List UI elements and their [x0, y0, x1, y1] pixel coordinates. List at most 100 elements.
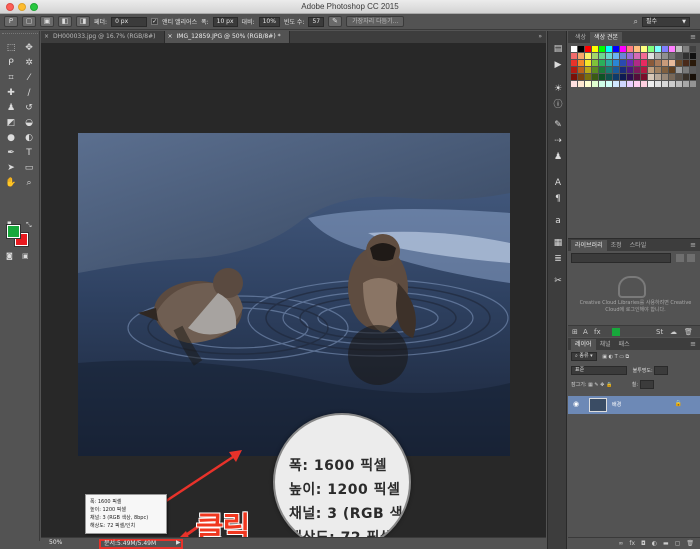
color-swatch[interactable] — [620, 46, 626, 52]
color-swatch[interactable] — [662, 81, 668, 87]
color-swatch[interactable] — [592, 46, 598, 52]
path-selection-tool-icon[interactable]: ➤ — [4, 161, 18, 175]
color-swatch[interactable] — [676, 67, 682, 73]
dodge-tool-icon[interactable]: ◐ — [22, 131, 36, 145]
character-style-icon[interactable]: A — [583, 328, 588, 336]
fill-input[interactable] — [639, 380, 654, 389]
grid-view-icon[interactable] — [676, 254, 684, 262]
color-swatch[interactable] — [627, 81, 633, 87]
color-swatch[interactable] — [690, 81, 696, 87]
add-content-icon[interactable]: ⊞ — [572, 328, 578, 336]
color-swatch[interactable] — [683, 53, 689, 59]
close-icon[interactable]: × — [44, 31, 49, 43]
list-view-icon[interactable] — [687, 254, 695, 262]
feather-input[interactable]: 0 px — [111, 16, 148, 27]
lasso-tool-preset-icon[interactable]: ᑭ — [4, 16, 18, 27]
color-swatch[interactable] — [585, 67, 591, 73]
color-swatch[interactable] — [613, 53, 619, 59]
close-icon[interactable]: × — [168, 31, 173, 43]
color-swatch[interactable] — [669, 67, 675, 73]
tab-document-2[interactable]: × IMG_12859.JPG @ 50% (RGB/8#) * — [164, 31, 290, 43]
color-swatch[interactable] — [690, 74, 696, 80]
color-swatch[interactable] — [599, 81, 605, 87]
frequency-input[interactable]: 57 — [308, 16, 325, 27]
panel-menu-icon[interactable]: ≡ — [690, 338, 696, 350]
color-swatch[interactable] — [606, 74, 612, 80]
tabs-overflow-icon[interactable]: » — [538, 31, 542, 43]
color-swatch[interactable] — [585, 74, 591, 80]
color-swatch[interactable] — [634, 67, 640, 73]
rectangle-tool-icon[interactable]: ▭ — [22, 161, 36, 175]
paint-bucket-tool-icon[interactable]: ◒ — [22, 116, 36, 130]
color-swatch[interactable] — [662, 74, 668, 80]
document-size-status[interactable]: 문서:5.49M/5.49M — [99, 539, 183, 549]
color-swatch[interactable] — [571, 67, 577, 73]
color-swatch[interactable] — [648, 74, 654, 80]
color-swatch[interactable] — [641, 53, 647, 59]
filter-pixel-icon[interactable]: ▣ ◐ T ▭ ⧉ — [602, 354, 629, 360]
color-swatch[interactable] — [634, 46, 640, 52]
color-swatch[interactable] — [634, 60, 640, 66]
type-tool-icon[interactable]: T — [22, 146, 36, 160]
color-swatch[interactable] — [690, 60, 696, 66]
layer-row-background[interactable]: ◉ 배경 🔒 — [568, 396, 700, 414]
history-brush-tool-icon[interactable]: ↺ — [22, 101, 36, 115]
color-swatch[interactable] — [578, 81, 584, 87]
fx-icon[interactable]: fx — [629, 540, 635, 547]
color-swatch[interactable] — [613, 46, 619, 52]
panel-menu-icon[interactable]: ≡ — [690, 239, 696, 251]
color-swatch[interactable] — [683, 46, 689, 52]
color-swatch[interactable] — [662, 53, 668, 59]
subtract-selection-icon[interactable]: ◧ — [58, 16, 72, 27]
color-swatch[interactable] — [655, 46, 661, 52]
zoom-tool-icon[interactable]: ⌕ — [22, 176, 36, 190]
color-swatch[interactable] — [627, 67, 633, 73]
color-swatch[interactable] — [655, 74, 661, 80]
color-swatch[interactable] — [683, 81, 689, 87]
screen-mode-icon[interactable]: ▣ — [22, 252, 29, 260]
color-swatch[interactable] — [648, 60, 654, 66]
visibility-eye-icon[interactable]: ◉ — [573, 400, 579, 408]
blur-tool-icon[interactable]: ● — [4, 131, 18, 145]
color-swatch[interactable] — [578, 74, 584, 80]
sync-icon[interactable]: ☁ — [670, 328, 677, 336]
healing-brush-tool-icon[interactable]: ✚ — [4, 86, 18, 100]
workspace-select[interactable]: 필수 ▼ — [642, 17, 690, 27]
blend-mode-select[interactable]: 표준 — [571, 366, 627, 375]
color-swatch[interactable] — [669, 81, 675, 87]
color-swatch[interactable] — [620, 67, 626, 73]
color-swatch[interactable] — [606, 60, 612, 66]
color-swatch[interactable] — [578, 53, 584, 59]
notes-panel-icon[interactable]: ▦ — [552, 237, 564, 249]
color-swatch[interactable] — [620, 81, 626, 87]
color-swatch[interactable] — [655, 60, 661, 66]
tab-swatches[interactable]: 색상 견본 — [590, 32, 623, 43]
group-icon[interactable]: ▬ — [663, 540, 669, 547]
color-swatch[interactable] — [662, 60, 668, 66]
color-swatch[interactable] — [592, 60, 598, 66]
stock-icon[interactable]: St — [656, 328, 663, 336]
magic-wand-tool-icon[interactable]: ✲ — [22, 56, 36, 70]
panel-menu-icon[interactable]: ≡ — [690, 31, 696, 43]
quick-mask-icon[interactable]: ◙ — [6, 252, 13, 260]
link-layers-icon[interactable]: ∞ — [618, 540, 623, 547]
color-swatch[interactable] — [620, 53, 626, 59]
eyedropper-tool-icon[interactable]: ⁄ — [22, 71, 36, 85]
pen-tool-icon[interactable]: ✒ — [4, 146, 18, 160]
color-swatch[interactable] — [592, 74, 598, 80]
eraser-tool-icon[interactable]: ◩ — [4, 116, 18, 130]
lasso-tool-icon[interactable]: ᑭ — [4, 56, 18, 70]
color-swatch[interactable] — [585, 60, 591, 66]
properties-panel-icon[interactable]: ≣ — [552, 253, 564, 265]
color-swatch[interactable] — [571, 81, 577, 87]
color-swatch[interactable] — [683, 74, 689, 80]
zoom-level[interactable]: 50% — [49, 539, 62, 546]
tab-layers[interactable]: 레이어 — [571, 339, 596, 350]
trash-icon[interactable]: 🗑 — [684, 328, 693, 336]
color-swatch[interactable] — [676, 53, 682, 59]
color-swatch[interactable] — [578, 46, 584, 52]
status-menu-arrow-icon[interactable]: ▶ — [176, 539, 181, 546]
color-swatch[interactable] — [634, 74, 640, 80]
new-layer-icon[interactable]: ▢ — [675, 540, 681, 547]
tab-channels[interactable]: 채널 — [596, 339, 615, 350]
